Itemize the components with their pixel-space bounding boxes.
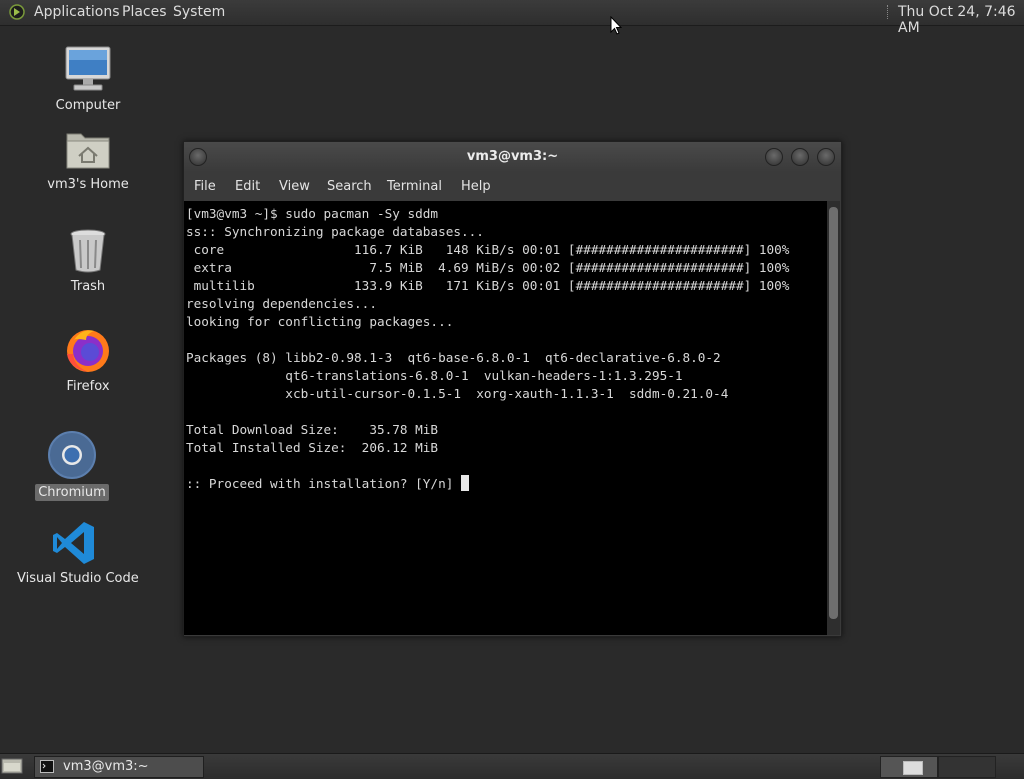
minimize-button[interactable]: [765, 148, 783, 166]
maximize-button[interactable]: [791, 148, 809, 166]
vscode-icon: [53, 522, 94, 564]
terminal-line: resolving dependencies...: [186, 296, 377, 311]
distro-logo-icon[interactable]: [9, 4, 25, 20]
terminal-prompt-line: :: Proceed with installation? [Y/n]: [186, 475, 827, 493]
terminal-line: Total Installed Size: 206.12 MiB: [186, 440, 439, 455]
bottom-panel: vm3@vm3:~: [0, 753, 1024, 779]
terminal-line: Packages (8) libb2-0.98.1-3 qt6-base-6.8…: [186, 350, 721, 365]
terminal-line: extra 7.5 MiB 4.69 MiB/s 00:02 [########…: [186, 260, 790, 275]
menu-terminal[interactable]: Terminal: [387, 179, 442, 194]
terminal-line: core 116.7 KiB 148 KiB/s 00:01 [########…: [186, 242, 790, 257]
workspace-1[interactable]: [880, 756, 938, 778]
terminal-line: multilib 133.9 KiB 171 KiB/s 00:01 [####…: [186, 278, 790, 293]
terminal-window: vm3@vm3:~ File Edit View Search Terminal…: [183, 141, 842, 637]
terminal-line: ss:: Synchronizing package databases...: [186, 224, 484, 239]
terminal-line: [vm3@vm3 ~]$ sudo pacman -Sy sddm: [186, 206, 439, 221]
terminal-scrollbar[interactable]: [827, 201, 840, 635]
menu-places[interactable]: Places: [122, 4, 167, 20]
computer-icon: [65, 46, 111, 91]
desktop-icon-label: Computer: [55, 98, 121, 113]
menu-applications[interactable]: Applications: [34, 4, 120, 20]
terminal-line: looking for conflicting packages...: [186, 314, 454, 329]
terminal-icon: [40, 760, 54, 773]
top-panel: Applications Places System Thu Oct 24, 7…: [0, 0, 1024, 36]
desktop-icon-label: Trash: [70, 279, 106, 294]
terminal-prompt: :: Proceed with installation? [Y/n]: [186, 476, 461, 491]
menu-help[interactable]: Help: [461, 179, 491, 194]
window-menubar: File Edit View Search Terminal Help: [184, 172, 841, 200]
panel-separator: [887, 5, 890, 19]
terminal-line: xcb-util-cursor-0.1.5-1 xorg-xauth-1.1.3…: [186, 386, 729, 401]
menu-search[interactable]: Search: [327, 179, 372, 194]
desktop-icon-label: Chromium: [35, 484, 109, 501]
desktop-icon-firefox[interactable]: Firefox: [48, 326, 128, 395]
taskbar-item-terminal[interactable]: vm3@vm3:~: [34, 756, 204, 778]
trash-icon: [70, 229, 106, 273]
terminal-cursor: [461, 475, 469, 491]
terminal-line: qt6-translations-6.8.0-1 vulkan-headers-…: [186, 368, 683, 383]
desktop-icon-label: Visual Studio Code: [17, 571, 139, 586]
mouse-pointer-icon: [610, 16, 622, 35]
window-title: vm3@vm3:~: [466, 149, 559, 164]
desktop-icon-label: vm3's Home: [47, 177, 129, 192]
clock[interactable]: Thu Oct 24, 7:46 AM: [898, 4, 1024, 36]
desktop-icon-computer[interactable]: Computer: [48, 45, 128, 114]
firefox-icon: [67, 330, 109, 372]
desktop-icon-chromium[interactable]: Chromium: [32, 430, 112, 501]
workspace-2[interactable]: [938, 756, 996, 778]
terminal-line: Total Download Size: 35.78 MiB: [186, 422, 439, 437]
desktop-icon-home[interactable]: vm3's Home: [43, 128, 133, 193]
close-button[interactable]: [817, 148, 835, 166]
window-titlebar[interactable]: vm3@vm3:~: [184, 142, 841, 172]
show-desktop-icon[interactable]: [1, 757, 23, 775]
desktop-icon-vscode[interactable]: Visual Studio Code: [14, 520, 139, 587]
workspace-window-thumb: [903, 761, 923, 775]
desktop-icon-label: Firefox: [66, 379, 110, 394]
terminal-output[interactable]: [vm3@vm3 ~]$ sudo pacman -Sy sddmss:: Sy…: [184, 201, 827, 635]
desktop-icon-trash[interactable]: Trash: [48, 228, 128, 295]
menu-edit[interactable]: Edit: [235, 179, 260, 194]
menu-system[interactable]: System: [173, 4, 225, 20]
chromium-icon: [48, 431, 96, 479]
home-folder-icon: [66, 133, 110, 169]
taskbar-item-label: vm3@vm3:~: [63, 759, 149, 774]
menu-file[interactable]: File: [194, 179, 216, 194]
scrollbar-thumb[interactable]: [829, 207, 838, 619]
menu-view[interactable]: View: [279, 179, 310, 194]
